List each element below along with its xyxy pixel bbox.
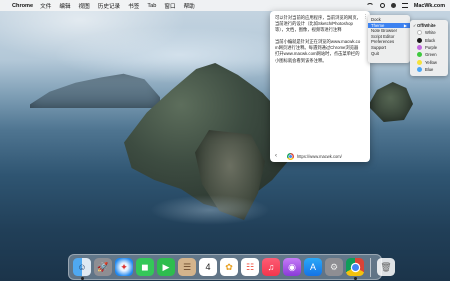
theme-option-purple[interactable]: Purple [410,44,448,51]
music-glyph: ♫ [267,261,275,272]
finder-icon[interactable]: ☺ [73,258,91,280]
context-menu-item-label: Preferences [371,39,395,45]
running-indicator [353,276,357,280]
context-menu: Dock Theme ▶ Note Browser Script Editor Prefe… [368,15,410,63]
trash-glyph: 🗑 [380,261,392,272]
note-footer: ‹ https://www.macwk.com/ [270,150,370,162]
rock-outcrop [368,82,413,122]
context-menu-item-label: Quit [371,50,379,56]
menu-bar: Chrome 文件 编辑 视图 历史记录 书签 Tab 窗口 帮助 MacWk.… [0,0,450,11]
menu-help[interactable]: 帮助 [184,2,195,10]
theme-option-label: Purple [425,45,438,51]
context-menu-item-label: Dock [371,17,381,22]
theme-option-label: White [425,30,436,36]
context-menu-item-label: Note Browser [371,28,398,34]
note-content[interactable]: 可以针对当前的应用程序，当前浏览的网页，当前进行的设计（比如Sketch/Pho… [275,15,361,70]
safari-icon[interactable]: ✦ [115,258,133,276]
menu-bookmarks[interactable]: 书签 [128,2,139,10]
system-preferences-icon[interactable]: ⚙ [325,258,343,276]
wifi-icon[interactable] [365,3,374,11]
more-options-icon[interactable]: ⋮ [363,15,368,20]
theme-option-blue[interactable]: Blue [410,66,448,73]
color-swatch-icon [417,37,422,43]
calendar-glyph: 4 [205,261,211,272]
theme-option-label: Yellow [425,59,437,65]
facetime-icon[interactable]: ▶ [157,258,175,276]
theme-option-yellow[interactable]: Yellow [410,58,448,65]
reminders-icon[interactable]: ☷ [241,258,259,276]
sea-surf [150,195,270,225]
trash-icon[interactable]: 🗑 [377,258,395,276]
podcasts-glyph: ◉ [288,261,296,272]
control-center-icon[interactable] [401,3,408,8]
safari-glyph: ✦ [120,261,128,272]
contacts-glyph: ☰ [182,261,192,272]
calendar-icon[interactable]: 4 [199,258,217,276]
theme-option-label: Off/White [417,23,436,29]
app-store-icon[interactable]: A [304,258,322,276]
theme-option-black[interactable]: Black [410,37,448,44]
messages-glyph: ◼ [141,261,149,272]
back-chevron-icon[interactable]: ‹ [275,153,277,159]
note-paragraph: 可以针对当前的应用程序，当前浏览的网页，当前进行的设计（比如Sketch/Pho… [275,15,361,33]
spotlight-search-icon[interactable] [379,3,385,8]
chrome-icon[interactable] [346,258,364,280]
menubar-brand-label: MacWk.com [413,2,445,9]
distant-mountains [30,73,160,108]
running-indicator [80,276,84,280]
launchpad-icon[interactable]: 🚀 [94,258,112,276]
theme-option-label: Green [425,52,437,58]
note-paragraph: 当前小编就是针对正在浏览的www.macwk.com网页进行注释。每遇到通过Ch… [275,39,361,63]
contacts-icon[interactable]: ☰ [178,258,196,276]
dock-separator [370,257,371,277]
status-tray: MacWk.com [365,0,445,11]
system-preferences-glyph: ⚙ [329,261,339,272]
facetime-glyph: ▶ [162,261,170,272]
note-popover: 可以针对当前的应用程序，当前浏览的网页，当前进行的设计（比如Sketch/Pho… [270,11,370,162]
context-menu-item-label: Support [371,44,387,50]
menu-file[interactable]: 文件 [40,2,51,10]
reminders-glyph: ☷ [245,261,255,272]
messages-icon[interactable]: ◼ [136,258,154,276]
chrome-icon [287,152,294,160]
menu-edit[interactable]: 编辑 [59,2,70,10]
color-swatch-icon [417,45,422,51]
app-store-glyph: A [309,261,316,272]
note-footer-url[interactable]: https://www.macwk.com/ [297,154,342,159]
menu-tab[interactable]: Tab [147,3,156,9]
theme-option-white[interactable]: White [410,29,448,36]
theme-option-label: Black [425,37,436,43]
dock: ☺ 🚀 ✦ ◼ ▶ ☰ 4 ✿ ☷ ♫ ◉ A ⚙ 🗑 [68,254,395,280]
launchpad-glyph: 🚀 [97,261,109,272]
context-menu-item-quit[interactable]: Quit [368,51,410,57]
theme-option-label: Blue [425,66,434,72]
chrome-center-icon [351,263,359,271]
context-menu-item-label: Theme [371,22,385,28]
photos-glyph: ✿ [225,261,233,272]
theme-submenu: ✓ Off/White White Black Purple Green Yellow Blu… [410,20,448,76]
menu-history[interactable]: 历史记录 [98,2,120,10]
color-swatch-icon [417,59,422,65]
theme-option-green[interactable]: Green [410,51,448,58]
music-icon[interactable]: ♫ [262,258,280,276]
color-swatch-icon [417,52,422,58]
color-swatch-icon [417,66,422,72]
menu-view[interactable]: 视图 [79,2,90,10]
user-icon[interactable] [390,3,396,8]
menu-window[interactable]: 窗口 [164,2,175,10]
app-menu-chrome[interactable]: Chrome [12,3,33,9]
theme-option-off-white[interactable]: ✓ Off/White [410,22,448,29]
color-swatch-icon [417,30,422,36]
context-menu-item-label: Script Editor [371,33,395,39]
finder-glyph: ☺ [77,261,87,272]
photos-icon[interactable]: ✿ [220,258,238,276]
podcasts-icon[interactable]: ◉ [283,258,301,276]
